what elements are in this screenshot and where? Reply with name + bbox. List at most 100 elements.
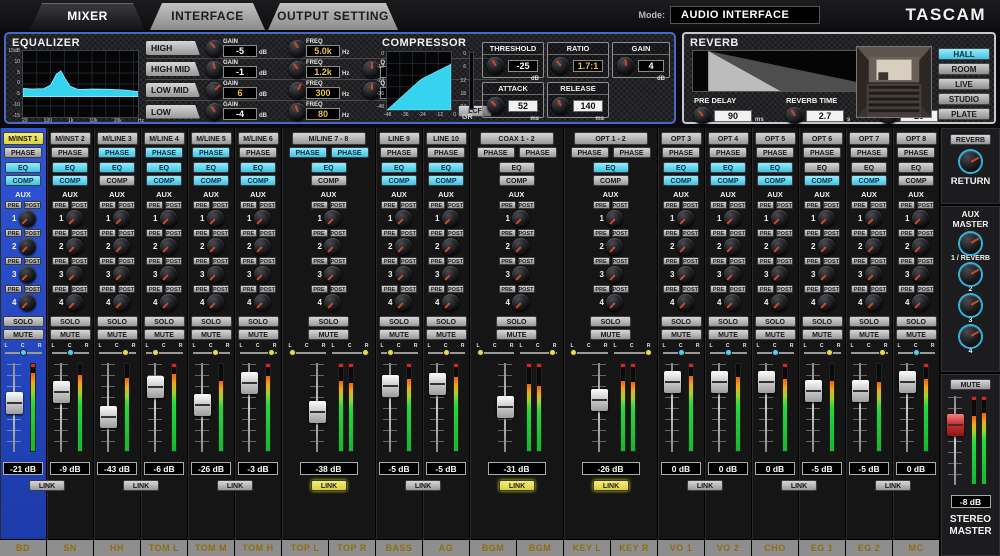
aux-send-knob-3[interactable] <box>865 266 882 283</box>
low-gain-value[interactable]: -4 <box>223 108 257 120</box>
fader-handle[interactable] <box>664 371 681 393</box>
pan-track[interactable] <box>804 352 841 354</box>
aux-send-knob-3[interactable] <box>677 266 694 283</box>
aux-send-knob-1[interactable] <box>442 210 459 227</box>
aux-send-knob-3[interactable] <box>207 266 224 283</box>
aux-master-knob-4[interactable] <box>960 326 981 347</box>
comp-button[interactable]: COMP <box>52 175 88 186</box>
aux-send-knob-3[interactable] <box>113 266 130 283</box>
comp-button[interactable]: COMP <box>193 175 229 186</box>
post-button[interactable]: POST <box>776 257 793 265</box>
post-button[interactable]: POST <box>24 257 41 265</box>
pan-dot[interactable] <box>362 349 369 356</box>
pre-button[interactable]: PRE <box>240 285 257 293</box>
channel-input-name[interactable]: COAX 1 - 2 <box>480 132 554 145</box>
solo-button[interactable]: SOLO <box>661 316 702 327</box>
eq-band-highmid-button[interactable]: HIGH MID <box>146 62 200 76</box>
post-button[interactable]: POST <box>776 285 793 293</box>
release-value[interactable]: 140 <box>573 100 603 112</box>
post-button[interactable]: POST <box>518 257 535 265</box>
aux-send-knob-2[interactable] <box>818 238 835 255</box>
post-button[interactable]: POST <box>165 201 182 209</box>
aux-send-knob-4[interactable] <box>512 294 529 311</box>
post-button[interactable]: POST <box>729 257 746 265</box>
post-button[interactable]: POST <box>71 285 88 293</box>
pre-button[interactable]: PRE <box>311 285 328 293</box>
aux-send-knob-1[interactable] <box>207 210 224 227</box>
reverbtime-knob[interactable] <box>786 107 803 124</box>
solo-button[interactable]: SOLO <box>379 316 420 327</box>
pan-control[interactable]: LCR <box>611 343 654 358</box>
post-button[interactable]: POST <box>823 201 840 209</box>
channel-input-name[interactable]: M/LINE 3 <box>97 132 138 145</box>
aux-send-knob-3[interactable] <box>66 266 83 283</box>
pre-button[interactable]: PRE <box>193 257 210 265</box>
aux-master-knob-2[interactable] <box>960 264 981 285</box>
aux-master-knob-3[interactable] <box>960 295 981 316</box>
mute-button[interactable]: MUTE <box>379 329 420 340</box>
pan-dot[interactable] <box>879 349 886 356</box>
pre-button[interactable]: PRE <box>898 201 915 209</box>
predelay-value[interactable]: 90 <box>714 110 752 122</box>
eq-button[interactable]: EQ <box>381 162 417 173</box>
aux-send-knob-2[interactable] <box>771 238 788 255</box>
pan-dot[interactable] <box>152 349 159 356</box>
pre-button[interactable]: PRE <box>757 257 774 265</box>
mute-button[interactable]: MUTE <box>426 329 467 340</box>
phase-button[interactable]: PHASE <box>427 147 465 158</box>
pre-button[interactable]: PRE <box>499 257 516 265</box>
channel-input-name[interactable]: M/LINE 5 <box>191 132 232 145</box>
aux-send-knob-1[interactable] <box>395 210 412 227</box>
post-button[interactable]: POST <box>870 285 887 293</box>
phase-button[interactable]: PHASE <box>145 147 183 158</box>
post-button[interactable]: POST <box>447 285 464 293</box>
high-freq-value[interactable]: 5.0k <box>306 45 340 57</box>
pre-button[interactable]: PRE <box>311 257 328 265</box>
aux-send-knob-3[interactable] <box>771 266 788 283</box>
pre-button[interactable]: PRE <box>663 285 680 293</box>
post-button[interactable]: POST <box>729 201 746 209</box>
release-knob[interactable] <box>552 97 569 114</box>
high-gain-value[interactable]: -5 <box>223 45 257 57</box>
comp-button[interactable]: COMP <box>757 175 793 186</box>
pre-button[interactable]: PRE <box>5 257 22 265</box>
post-button[interactable]: POST <box>259 285 276 293</box>
pre-button[interactable]: PRE <box>804 257 821 265</box>
aux-send-knob-3[interactable] <box>324 266 341 283</box>
post-button[interactable]: POST <box>24 285 41 293</box>
post-button[interactable]: POST <box>447 201 464 209</box>
lowmid-gain-knob[interactable] <box>206 82 223 99</box>
post-button[interactable]: POST <box>917 257 934 265</box>
pan-dot[interactable] <box>549 349 556 356</box>
aux-send-knob-4[interactable] <box>19 294 36 311</box>
post-button[interactable]: POST <box>118 285 135 293</box>
pan-control[interactable]: LCR <box>96 343 139 358</box>
post-button[interactable]: POST <box>870 229 887 237</box>
mute-button[interactable]: MUTE <box>661 329 702 340</box>
pre-button[interactable]: PRE <box>240 201 257 209</box>
pan-dot[interactable] <box>477 349 484 356</box>
pre-button[interactable]: PRE <box>898 229 915 237</box>
fader-track[interactable] <box>60 363 62 452</box>
pan-track[interactable] <box>146 352 183 354</box>
mute-button[interactable]: MUTE <box>590 329 631 340</box>
comp-button[interactable]: COMP <box>428 175 464 186</box>
post-button[interactable]: POST <box>682 285 699 293</box>
aux-send-knob-3[interactable] <box>254 266 271 283</box>
pre-button[interactable]: PRE <box>52 285 69 293</box>
pre-button[interactable]: PRE <box>499 201 516 209</box>
comp-button[interactable]: COMP <box>240 175 276 186</box>
aux-send-knob-4[interactable] <box>912 294 929 311</box>
aux-send-knob-2[interactable] <box>865 238 882 255</box>
pan-control[interactable]: LCR <box>474 343 517 358</box>
aux-send-knob-1[interactable] <box>771 210 788 227</box>
aux-send-knob-1[interactable] <box>160 210 177 227</box>
eq-band-low-button[interactable]: LOW <box>146 105 200 119</box>
tab-mixer[interactable]: MIXER <box>30 3 145 30</box>
pre-button[interactable]: PRE <box>311 229 328 237</box>
pan-control[interactable]: LCR <box>895 343 938 358</box>
pre-button[interactable]: PRE <box>593 257 610 265</box>
solo-button[interactable]: SOLO <box>191 316 232 327</box>
post-button[interactable]: POST <box>212 257 229 265</box>
channel-input-name[interactable]: OPT 1 - 2 <box>574 132 648 145</box>
